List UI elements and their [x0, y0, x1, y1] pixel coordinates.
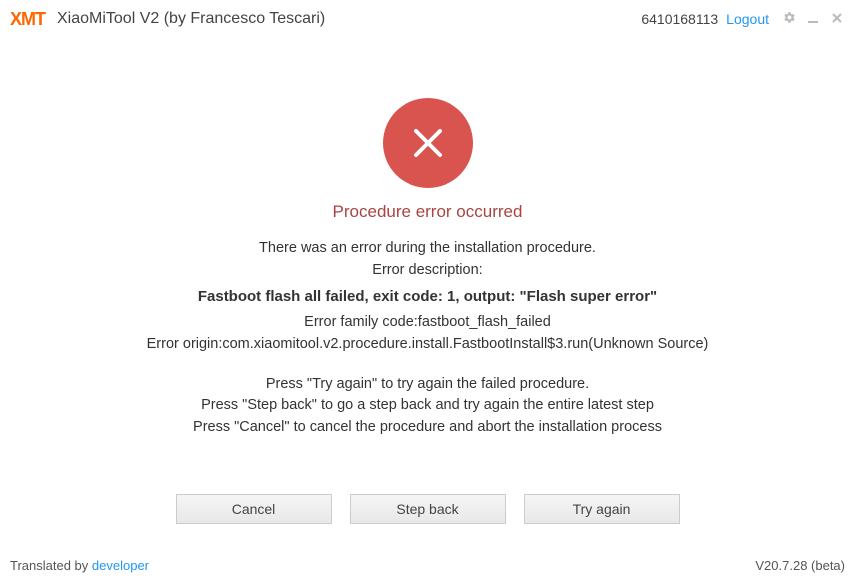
error-instructions: Press "Try again" to try again the faile… — [193, 374, 662, 439]
translated-by: Translated by developer — [10, 558, 149, 573]
footer: Translated by developer V20.7.28 (beta) — [0, 552, 855, 579]
titlebar: XMT XiaoMiTool V2 (by Francesco Tescari)… — [0, 0, 855, 38]
error-main-message: Fastboot flash all failed, exit code: 1,… — [147, 286, 709, 309]
app-title: XiaoMiTool V2 (by Francesco Tescari) — [57, 10, 325, 28]
instruction-line: Press "Try again" to try again the faile… — [193, 374, 662, 396]
error-origin: Error origin:com.xiaomitool.v2.procedure… — [147, 334, 709, 356]
minimize-icon[interactable] — [805, 11, 821, 27]
developer-link[interactable]: developer — [92, 558, 149, 573]
instruction-line: Press "Cancel" to cancel the procedure a… — [193, 417, 662, 439]
instruction-line: Press "Step back" to go a step back and … — [193, 395, 662, 417]
main-content: Procedure error occurred There was an er… — [0, 38, 855, 494]
error-icon — [383, 98, 473, 188]
cancel-button[interactable]: Cancel — [176, 494, 332, 524]
close-icon[interactable] — [829, 11, 845, 27]
try-again-button[interactable]: Try again — [524, 494, 680, 524]
error-line: There was an error during the installati… — [147, 238, 709, 260]
translated-prefix: Translated by — [10, 558, 92, 573]
error-heading: Procedure error occurred — [333, 202, 523, 222]
user-id: 6410168113 — [641, 11, 718, 27]
settings-icon[interactable] — [781, 11, 797, 27]
error-line: Error description: — [147, 260, 709, 282]
error-description: There was an error during the installati… — [147, 238, 709, 356]
button-row: Cancel Step back Try again — [0, 494, 855, 524]
version-label: V20.7.28 (beta) — [755, 558, 845, 573]
error-family: Error family code:fastboot_flash_failed — [147, 312, 709, 334]
window-controls — [781, 11, 845, 27]
step-back-button[interactable]: Step back — [350, 494, 506, 524]
logout-link[interactable]: Logout — [726, 11, 769, 27]
logo: XMT — [10, 9, 45, 30]
